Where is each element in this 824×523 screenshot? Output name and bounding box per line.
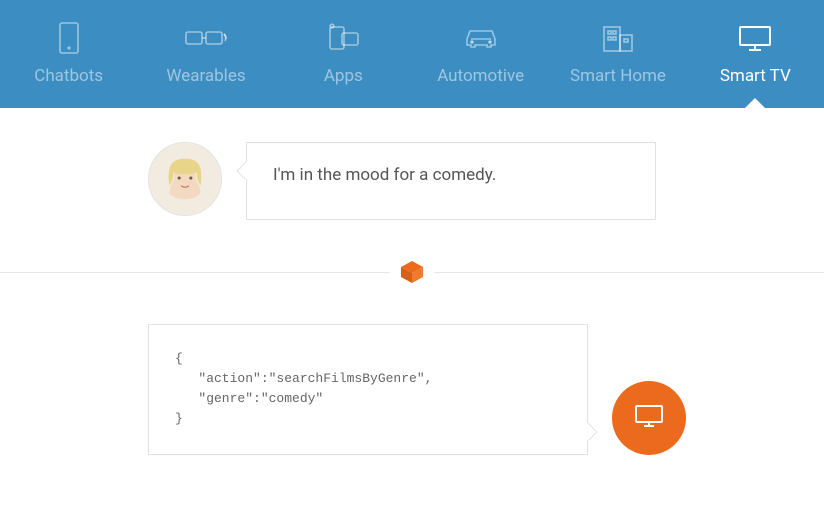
- tab-label: Smart Home: [570, 66, 666, 86]
- response-code-bubble: { "action":"searchFilmsByGenre", "genre"…: [148, 324, 588, 455]
- apps-icon: [324, 22, 362, 54]
- category-tabs: Chatbots Wearables Apps: [0, 0, 824, 108]
- tab-wearables[interactable]: Wearables: [137, 0, 274, 108]
- response-code: { "action":"searchFilmsByGenre", "genre"…: [175, 349, 561, 430]
- tab-automotive[interactable]: Automotive: [412, 0, 549, 108]
- car-icon: [461, 22, 501, 54]
- tv-icon: [633, 403, 665, 433]
- tab-label: Wearables: [166, 66, 245, 86]
- glasses-icon: [184, 22, 228, 54]
- tab-chatbots[interactable]: Chatbots: [0, 0, 137, 108]
- tab-label: Apps: [324, 66, 363, 86]
- user-message-row: I'm in the mood for a comedy.: [0, 142, 824, 220]
- tab-smart-home[interactable]: Smart Home: [549, 0, 686, 108]
- tv-icon: [737, 22, 773, 54]
- user-message-text: I'm in the mood for a comedy.: [273, 165, 629, 185]
- tab-label: Chatbots: [34, 66, 103, 86]
- response-row: { "action":"searchFilmsByGenre", "genre"…: [0, 324, 824, 455]
- building-icon: [600, 22, 636, 54]
- chatbot-icon: [57, 22, 81, 54]
- tab-label: Smart TV: [720, 66, 791, 86]
- response-avatar: [612, 381, 686, 455]
- api-box-icon: [390, 250, 434, 294]
- tab-apps[interactable]: Apps: [275, 0, 412, 108]
- api-divider: [0, 248, 824, 296]
- user-message-bubble: I'm in the mood for a comedy.: [246, 142, 656, 220]
- user-avatar: [148, 142, 222, 216]
- conversation-area: I'm in the mood for a comedy. { "action"…: [0, 108, 824, 455]
- tab-smart-tv[interactable]: Smart TV: [687, 0, 824, 108]
- tab-label: Automotive: [437, 66, 524, 86]
